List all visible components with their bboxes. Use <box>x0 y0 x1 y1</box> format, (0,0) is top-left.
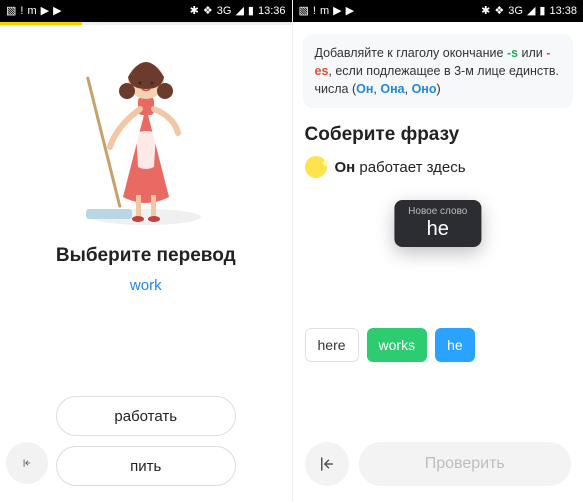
bluetooth-icon: ✱ <box>481 6 490 17</box>
bluetooth-icon: ✱ <box>190 6 199 17</box>
m-icon: m <box>320 6 329 17</box>
tooltip-word: he <box>408 219 467 239</box>
check-label: Проверить <box>425 455 505 473</box>
phone-right: ▧ ! m ▶ ▶ ✱ ❖ 3G ◢ ▮ 13:38 Добавляйте к … <box>292 0 583 502</box>
chip-here[interactable]: here <box>305 328 359 362</box>
clock: 13:36 <box>258 6 286 17</box>
back-button[interactable] <box>6 442 48 484</box>
grammar-tip: Добавляйте к глаголу окончание -s или -e… <box>303 34 574 108</box>
signal-icon: ◢ <box>235 6 243 17</box>
bottom-bar: Проверить <box>293 442 583 502</box>
content-right: Добавляйте к глаголу окончание -s или -e… <box>293 22 583 502</box>
clock: 13:38 <box>549 6 577 17</box>
status-right: ✱ ❖ 3G ◢ ▮ 13:36 <box>190 6 286 17</box>
tip-close: ) <box>436 82 440 96</box>
tip-or: или <box>518 46 546 60</box>
m-icon: m <box>27 6 36 17</box>
illustration-woman-mop <box>66 37 226 227</box>
image-icon: ▧ <box>6 6 16 17</box>
new-word-tooltip: Новое слово he <box>394 200 481 247</box>
chip-works[interactable]: works <box>367 328 428 362</box>
select-translation-title: Выберите перевод <box>56 245 236 267</box>
back-button[interactable] <box>305 442 349 486</box>
status-left: ▧ ! m ▶ ▶ <box>6 6 62 17</box>
tip-pronoun-2: Она <box>380 82 404 96</box>
play-icon: ▶ <box>346 6 354 17</box>
phrase-bold: Он <box>335 159 356 176</box>
play-icon: ▶ <box>333 6 341 17</box>
chip-label: he <box>447 337 463 353</box>
info-icon: ! <box>313 6 316 17</box>
signal-icon: ◢ <box>527 6 535 17</box>
chip-he[interactable]: he <box>435 328 475 362</box>
tip-pronoun-1: Он <box>356 82 373 96</box>
word-chips: here works he <box>293 328 475 362</box>
tip-suffix-s: -s <box>507 46 518 60</box>
exit-icon <box>318 455 336 473</box>
location-icon: ❖ <box>494 6 504 17</box>
battery-icon: ▮ <box>248 6 254 17</box>
content-left: Выберите перевод work работать пить <box>0 25 292 502</box>
chip-label: here <box>318 337 346 353</box>
hint-icon[interactable] <box>305 156 327 178</box>
info-icon: ! <box>20 6 23 17</box>
status-bar: ▧ ! m ▶ ▶ ✱ ❖ 3G ◢ ▮ 13:38 <box>293 0 583 22</box>
play-icon: ▶ <box>41 6 49 17</box>
answer-buttons: работать пить <box>0 396 292 502</box>
phrase-row: Он работает здесь <box>305 156 466 178</box>
battery-icon: ▮ <box>539 6 545 17</box>
tip-pronoun-3: Оно <box>412 82 437 96</box>
location-icon: ❖ <box>203 6 213 17</box>
phone-left: ▧ ! m ▶ ▶ ✱ ❖ 3G ◢ ▮ 13:36 <box>0 0 292 502</box>
assemble-title: Соберите фразу <box>305 124 460 146</box>
exit-icon <box>22 458 32 468</box>
play-icon: ▶ <box>53 6 61 17</box>
image-icon: ▧ <box>299 6 309 17</box>
status-right: ✱ ❖ 3G ◢ ▮ 13:38 <box>481 6 577 17</box>
tip-text: Добавляйте к глаголу окончание <box>315 46 507 60</box>
option-label: работать <box>114 408 177 425</box>
tooltip-label: Новое слово <box>408 206 467 217</box>
target-word: work <box>130 277 162 294</box>
check-button[interactable]: Проверить <box>359 442 572 486</box>
network-label: 3G <box>217 6 232 17</box>
phrase-rest: работает здесь <box>355 159 465 176</box>
chip-label: works <box>379 337 416 353</box>
option-button-1[interactable]: работать <box>56 396 236 436</box>
option-label: пить <box>130 458 161 475</box>
status-left: ▧ ! m ▶ ▶ <box>299 6 355 17</box>
phrase-text: Он работает здесь <box>335 159 466 176</box>
option-button-2[interactable]: пить <box>56 446 236 486</box>
status-bar: ▧ ! m ▶ ▶ ✱ ❖ 3G ◢ ▮ 13:36 <box>0 0 292 22</box>
network-label: 3G <box>508 6 523 17</box>
